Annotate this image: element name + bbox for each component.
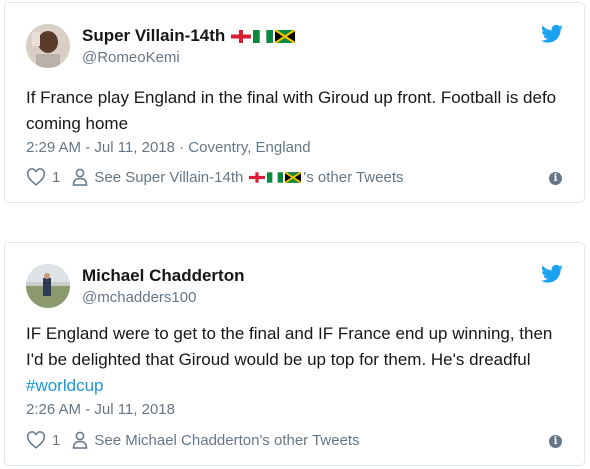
jamaica-flag-icon [285, 171, 302, 183]
tweet-actions: 1 See Super Villain-14th 's other Tweets [26, 168, 403, 186]
tweet-text: IF England were to get to the final and … [26, 321, 566, 399]
author-name[interactable]: Super Villain-14th [82, 26, 297, 46]
avatar[interactable] [26, 24, 70, 68]
author-name-text[interactable]: Super Villain-14th [82, 26, 225, 46]
avatar[interactable] [26, 264, 70, 308]
tweet-timestamp[interactable]: 2:29 AM - Jul 11, 2018 · Coventry, Engla… [26, 139, 311, 156]
see-other-tweets-link[interactable]: See Michael Chadderton's other Tweets [94, 432, 359, 449]
hashtag-link[interactable]: #worldcup [26, 376, 104, 395]
england-flag-icon [249, 171, 266, 183]
tweet-card: Michael Chadderton @mchadders100 IF Engl… [4, 242, 585, 466]
see-other-tweets-link[interactable]: See Super Villain-14th 's other Tweets [94, 169, 403, 186]
nigeria-flag-icon [267, 171, 284, 183]
person-icon [73, 431, 88, 449]
flags-small [249, 171, 303, 183]
person-icon [73, 168, 88, 186]
twitter-bird-icon[interactable] [541, 264, 563, 284]
see-other-prefix[interactable]: See Super Villain-14th [94, 169, 243, 186]
author-handle[interactable]: @mchadders100 [82, 289, 196, 306]
see-other-suffix[interactable]: 's other Tweets [303, 169, 403, 186]
heart-icon[interactable] [26, 168, 46, 186]
tweet-text: If France play England in the final with… [26, 88, 557, 133]
heart-icon[interactable] [26, 431, 46, 449]
tweet-timestamp[interactable]: 2:26 AM - Jul 11, 2018 [26, 401, 175, 418]
author-handle[interactable]: @RomeoKemi [82, 49, 180, 66]
jamaica-flag-icon [275, 29, 296, 43]
england-flag-icon [231, 29, 252, 43]
author-name[interactable]: Michael Chadderton [82, 266, 244, 286]
info-icon[interactable]: i [549, 435, 562, 448]
flags [231, 29, 297, 43]
like-count[interactable]: 1 [52, 169, 60, 186]
nigeria-flag-icon [253, 29, 274, 43]
twitter-bird-icon[interactable] [541, 24, 563, 44]
tweet-text-main: IF England were to get to the final and … [26, 324, 553, 369]
info-icon[interactable]: i [549, 172, 562, 185]
like-count[interactable]: 1 [52, 432, 60, 449]
tweet-actions: 1 See Michael Chadderton's other Tweets [26, 431, 360, 449]
tweet-card: Super Villain-14th @RomeoKemi If France … [4, 2, 585, 203]
